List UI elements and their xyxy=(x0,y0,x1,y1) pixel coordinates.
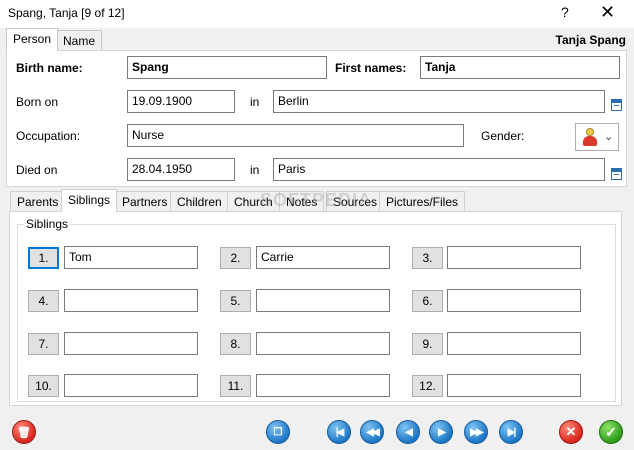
sibling-field[interactable] xyxy=(447,332,581,355)
first-record-icon: |◀ xyxy=(335,426,345,438)
born-in-label: in xyxy=(250,95,260,109)
sibling-field[interactable] xyxy=(256,289,390,312)
sibling-field[interactable] xyxy=(447,289,581,312)
copy-button[interactable]: ❐ xyxy=(266,420,290,444)
ok-icon: ✓ xyxy=(605,423,617,440)
first-names-field[interactable]: Tanja xyxy=(420,56,620,79)
window-title: Spang, Tanja [9 of 12] xyxy=(8,6,125,20)
occupation-field[interactable]: Nurse xyxy=(127,124,464,147)
tab-parents[interactable]: Parents xyxy=(10,191,66,212)
last-record-icon: ▶| xyxy=(507,426,517,438)
tab-name[interactable]: Name xyxy=(56,30,103,51)
sibling-field[interactable] xyxy=(447,246,581,269)
calendar-icon[interactable] xyxy=(611,168,622,180)
sibling-field[interactable]: Carrie xyxy=(256,246,390,269)
trash-icon: 🗑 xyxy=(17,426,31,439)
siblings-caption: Siblings xyxy=(24,217,71,231)
died-date-field[interactable]: 28.04.1950 xyxy=(127,158,235,181)
female-icon xyxy=(582,128,598,146)
gender-select[interactable]: ⌄ xyxy=(575,123,619,151)
died-in-label: in xyxy=(250,163,260,177)
calendar-icon[interactable] xyxy=(611,99,622,111)
sibling-number-button[interactable]: 1. xyxy=(28,247,59,269)
sibling-number-button[interactable]: 4. xyxy=(28,290,59,312)
tab-pictures-files[interactable]: Pictures/Files xyxy=(379,191,466,212)
sibling-field[interactable] xyxy=(256,332,390,355)
copy-icon: ❐ xyxy=(273,426,283,438)
tab-siblings[interactable]: Siblings xyxy=(61,189,118,212)
sibling-field[interactable] xyxy=(64,374,198,397)
close-button[interactable]: ✕ xyxy=(600,2,615,23)
died-label: Died on xyxy=(16,163,58,177)
gender-label: Gender: xyxy=(481,129,525,143)
sibling-number-button[interactable]: 12. xyxy=(412,375,443,397)
next-button[interactable]: ▶ xyxy=(429,420,453,444)
next-icon: ▶ xyxy=(438,426,446,438)
ok-button[interactable]: ✓ xyxy=(599,420,623,444)
sibling-number-button[interactable]: 2. xyxy=(220,247,251,269)
sibling-number-button[interactable]: 10. xyxy=(28,375,59,397)
birth-name-label: Birth name: xyxy=(16,61,83,75)
help-button[interactable]: ? xyxy=(561,4,569,20)
previous-button[interactable]: ◀ xyxy=(396,420,420,444)
cancel-icon: ✕ xyxy=(565,424,577,439)
cancel-button[interactable]: ✕ xyxy=(559,420,583,444)
born-place-field[interactable]: Berlin xyxy=(273,90,605,113)
sibling-field[interactable] xyxy=(447,374,581,397)
rewind-icon: ◀◀ xyxy=(366,426,379,438)
died-place-field[interactable]: Paris xyxy=(273,158,605,181)
born-label: Born on xyxy=(16,95,59,109)
birth-name-field[interactable]: Spang xyxy=(127,56,327,79)
first-record-button[interactable]: |◀ xyxy=(327,420,351,444)
fast-forward-icon: ▶▶ xyxy=(470,426,483,438)
sibling-number-button[interactable]: 11. xyxy=(220,375,251,397)
sibling-field[interactable] xyxy=(64,332,198,355)
fast-forward-button[interactable]: ▶▶ xyxy=(464,420,488,444)
tab-partners[interactable]: Partners xyxy=(115,191,175,212)
title-bar: Spang, Tanja [9 of 12] ? ✕ xyxy=(0,0,634,28)
sibling-number-button[interactable]: 3. xyxy=(412,247,443,269)
occupation-label: Occupation: xyxy=(16,129,81,143)
previous-icon: ◀ xyxy=(405,426,413,438)
chevron-down-icon: ⌄ xyxy=(604,131,614,143)
sibling-number-button[interactable]: 9. xyxy=(412,333,443,355)
rewind-button[interactable]: ◀◀ xyxy=(360,420,384,444)
sibling-number-button[interactable]: 5. xyxy=(220,290,251,312)
sibling-field[interactable] xyxy=(64,289,198,312)
sibling-number-button[interactable]: 6. xyxy=(412,290,443,312)
first-names-label: First names: xyxy=(335,61,407,75)
delete-button[interactable]: 🗑 xyxy=(12,420,36,444)
born-date-field[interactable]: 19.09.1900 xyxy=(127,90,235,113)
person-header: Tanja Spang xyxy=(555,33,626,47)
watermark: SOFTPEDIA xyxy=(260,190,373,210)
sibling-field[interactable]: Tom xyxy=(64,246,198,269)
sibling-number-button[interactable]: 8. xyxy=(220,333,251,355)
tab-children[interactable]: Children xyxy=(170,191,229,212)
sibling-field[interactable] xyxy=(256,374,390,397)
sibling-number-button[interactable]: 7. xyxy=(28,333,59,355)
tab-person[interactable]: Person xyxy=(6,28,59,51)
last-record-button[interactable]: ▶| xyxy=(499,420,523,444)
